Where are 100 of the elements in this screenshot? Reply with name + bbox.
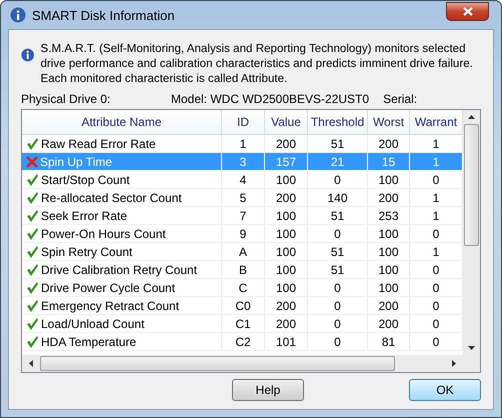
table-cell: 51 (330, 244, 344, 258)
cross-icon (26, 156, 38, 168)
vertical-scrollbar[interactable] (463, 110, 480, 355)
table-cell: 100 (378, 244, 399, 258)
table-cell: 1 (432, 208, 440, 222)
check-icon (26, 174, 39, 186)
table-cell: 0 (432, 172, 440, 186)
scrollbar-thumb[interactable] (40, 356, 395, 371)
table-row[interactable]: Spin Retry Count A 100 51 100 1 (22, 243, 463, 261)
column-header[interactable]: Attribute Name (22, 110, 222, 134)
table-cell: 200 (276, 316, 296, 330)
table-row[interactable]: Load/Unload Count C1 200 0 200 0 (22, 315, 463, 333)
column-header[interactable]: Worst (368, 110, 410, 134)
check-icon (26, 264, 39, 276)
table-cell: 0 (334, 334, 341, 348)
table-cell: 0 (432, 280, 440, 294)
column-header[interactable]: Value (265, 110, 308, 134)
table-cell: 0 (334, 298, 341, 312)
attribute-name: Re-allocated Sector Count (41, 190, 182, 204)
table-cell: 81 (382, 334, 396, 348)
check-icon (26, 282, 39, 294)
table-cell: 1 (432, 154, 440, 168)
drive-label: Physical Drive 0: (21, 92, 112, 106)
table-cell: 100 (276, 280, 296, 294)
table-cell: 21 (330, 154, 344, 168)
table-cell: 1 (240, 136, 246, 150)
table-cell: 0 (432, 226, 440, 240)
table-cell: 1 (432, 244, 440, 258)
table-cell: A (238, 244, 247, 258)
table-row[interactable]: Drive Calibration Retry Count B 100 51 100 0 (22, 261, 463, 279)
table-cell: 200 (378, 190, 399, 204)
model-text: Model: WDC WD2500BEVS-22UST0 (171, 92, 370, 106)
table-cell: 200 (276, 190, 296, 204)
table-cell: 0 (334, 226, 341, 240)
table-cell: 157 (276, 154, 296, 168)
ok-button[interactable]: OK (409, 379, 481, 401)
help-button[interactable]: Help (232, 379, 304, 401)
table-cell: 0 (432, 262, 440, 276)
table-cell: 5 (240, 190, 246, 204)
table-row[interactable]: Power-On Hours Count 9 100 0 100 0 (22, 225, 463, 243)
table-row[interactable]: HDA Temperature C2 101 0 81 0 (22, 333, 463, 351)
table-cell: 200 (378, 316, 399, 330)
table-cell: 100 (378, 172, 399, 186)
info-icon (10, 7, 26, 23)
table-cell: 200 (378, 298, 399, 312)
table-cell: 7 (240, 208, 246, 222)
table-cell: 1 (432, 136, 440, 150)
table-cell: 0 (432, 334, 440, 348)
horizontal-scrollbar[interactable] (22, 355, 463, 372)
close-button[interactable] (446, 2, 489, 20)
table-cell: 51 (330, 208, 344, 222)
table-cell: 0 (432, 298, 440, 312)
attribute-name: Start/Stop Count (41, 172, 130, 186)
table-cell: 100 (378, 262, 399, 276)
table-cell: C1 (235, 316, 251, 330)
table-cell: 200 (276, 298, 296, 312)
attribute-name: Seek Error Rate (41, 208, 128, 222)
table-cell: C2 (235, 334, 251, 348)
column-header[interactable]: ID (222, 110, 265, 134)
description-text: S.M.A.R.T. (Self-Monitoring, Analysis and Reporting Technology) monitors selected drive performance and calibration characteristics and predicts imminent drive failure. Each monitored characteristic is called Attribute. (40, 41, 474, 86)
table-row[interactable]: Seek Error Rate 7 100 51 253 1 (22, 207, 463, 225)
close-icon (462, 6, 472, 16)
table-cell: 9 (240, 226, 246, 240)
table-cell: 0 (432, 316, 440, 330)
table-cell: B (238, 262, 247, 276)
table-cell: 3 (240, 154, 246, 168)
table-row[interactable]: Start/Stop Count 4 100 0 100 0 (22, 171, 463, 189)
table-row[interactable]: Emergency Retract Count C0 200 0 200 0 (22, 297, 463, 315)
table-cell: 100 (276, 262, 296, 276)
table-cell: 100 (276, 244, 296, 258)
table-cell: 51 (330, 136, 344, 150)
scrollbar-thumb[interactable] (464, 124, 479, 246)
table-row[interactable]: Drive Power Cycle Count C 100 0 100 0 (22, 279, 463, 297)
check-icon (26, 300, 39, 312)
table-cell: 100 (378, 280, 399, 294)
attribute-name: Power-On Hours Count (41, 226, 166, 240)
column-header[interactable]: Threshold (308, 110, 368, 134)
attribute-name: Raw Read Error Rate (41, 136, 156, 150)
attribute-name: Emergency Retract Count (41, 298, 180, 312)
table-cell: 253 (378, 208, 399, 222)
table-cell: 0 (334, 316, 341, 330)
check-icon (26, 336, 39, 348)
attribute-name: Drive Power Cycle Count (41, 280, 176, 294)
table-cell: C0 (235, 298, 251, 312)
attribute-name: HDA Temperature (41, 334, 136, 348)
table-cell: 100 (276, 226, 296, 240)
attribute-name: Spin Retry Count (41, 244, 132, 258)
table-cell: 0 (334, 280, 341, 294)
check-icon (26, 228, 39, 240)
table-cell: 200 (378, 136, 399, 150)
table-cell: 101 (276, 334, 296, 348)
table-cell: 140 (327, 190, 348, 204)
table-cell: 51 (330, 262, 344, 276)
attribute-name: Load/Unload Count (41, 316, 144, 330)
serial-label: Serial: (383, 92, 418, 106)
check-icon (26, 246, 39, 258)
table-cell: 0 (334, 172, 341, 186)
table-row[interactable]: Re-allocated Sector Count 5 200 140 200 1 (22, 189, 463, 207)
attribute-name: Spin Up Time (40, 154, 112, 168)
table-cell: 15 (382, 154, 396, 168)
